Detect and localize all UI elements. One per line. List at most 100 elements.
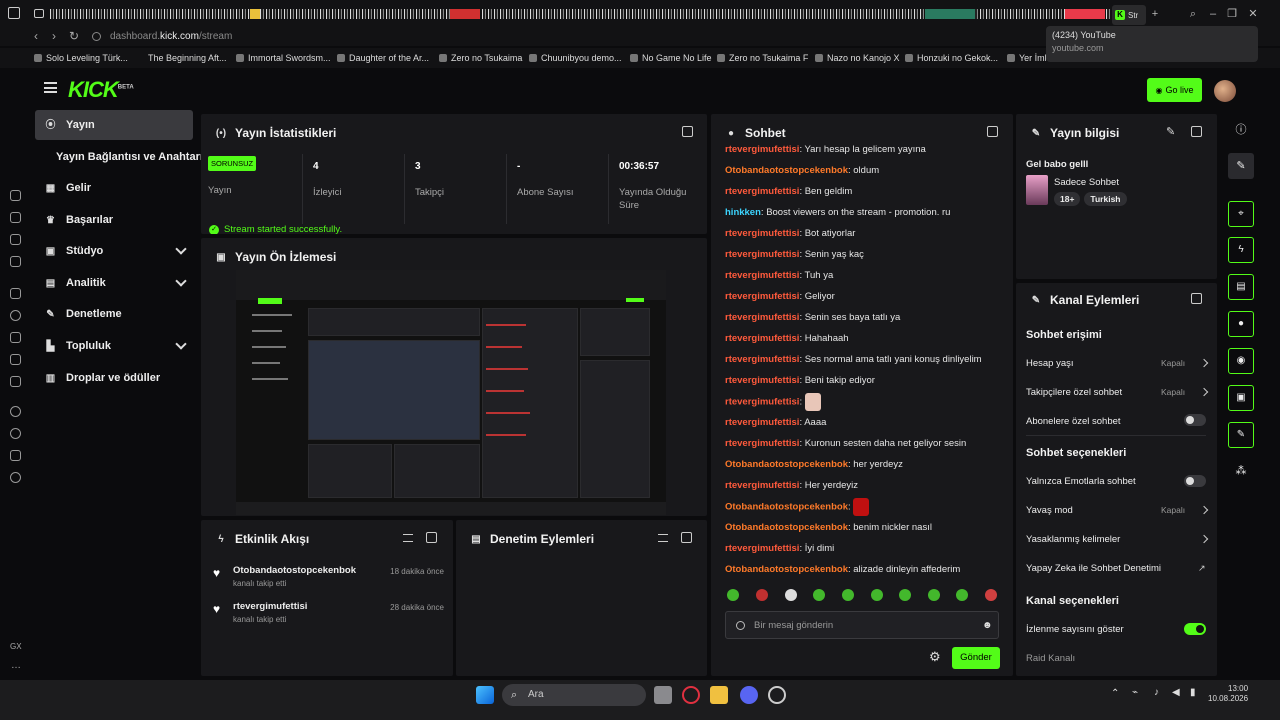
url-field[interactable]: dashboard.kick.com/stream: [110, 31, 232, 42]
raid-row[interactable]: Raid Kanalı: [1026, 653, 1206, 664]
popout-icon[interactable]: [682, 126, 693, 137]
emote-icon[interactable]: [813, 589, 825, 601]
popout-icon[interactable]: [987, 126, 998, 137]
chat-username[interactable]: rtevergimufettisi: [725, 438, 799, 449]
chat-username[interactable]: rtevergimufettisi: [725, 270, 799, 281]
chat-username[interactable]: rtevergimufettisi: [725, 249, 799, 260]
sidebar-item-achievements[interactable]: ♛ Başarılar: [35, 205, 193, 235]
gx-label-icon[interactable]: GX: [10, 642, 22, 651]
chat-username[interactable]: Otobandaotostopcekenbok: [725, 522, 848, 533]
layout-icon[interactable]: ⁂: [1228, 458, 1254, 484]
opera-gx-icon[interactable]: [682, 686, 700, 704]
emote-icon[interactable]: [928, 589, 940, 601]
chat-username[interactable]: rtevergimufettisi: [725, 312, 799, 323]
file-explorer-icon[interactable]: [710, 686, 728, 704]
send-button[interactable]: Gönder: [952, 647, 1000, 669]
chat-username[interactable]: Otobandaotostopcekenbok: [725, 165, 848, 176]
ai-moderation-row[interactable]: Yapay Zeka ile Sohbet Denetimi ↗: [1026, 563, 1206, 574]
bookmark-item[interactable]: Chuunibyou demo...: [529, 53, 622, 63]
lightning-icon[interactable]: ϟ: [1228, 237, 1254, 263]
active-tab[interactable]: K Str: [1112, 5, 1146, 25]
show-viewers-toggle[interactable]: [1184, 623, 1206, 635]
task-view-icon[interactable]: [654, 686, 672, 704]
chat-username[interactable]: rtevergimufettisi: [725, 228, 799, 239]
bookmark-item[interactable]: Zero no Tsukaima: [439, 53, 522, 63]
rail-app-icon[interactable]: [10, 234, 21, 245]
banned-words-row[interactable]: Yasaklanmış kelimeler: [1026, 534, 1209, 545]
emotes-only-toggle[interactable]: [1184, 475, 1206, 487]
close-window-icon[interactable]: ✕: [1246, 8, 1260, 20]
screen-icon[interactable]: ▣: [1228, 385, 1254, 411]
speaker-icon[interactable]: ◀: [1172, 687, 1180, 698]
microphone-icon[interactable]: ♪: [1154, 687, 1159, 698]
taskbar-search[interactable]: ⌕ Ara: [502, 684, 646, 706]
rail-app-icon[interactable]: [10, 212, 21, 223]
search-tabs-icon[interactable]: ⌕: [1186, 8, 1200, 20]
chat-username[interactable]: rtevergimufettisi: [725, 333, 799, 344]
avatar[interactable]: [1214, 80, 1236, 102]
tray-chevron-icon[interactable]: ⌃: [1111, 688, 1119, 699]
bookmark-item[interactable]: Yer İmle: [1007, 53, 1052, 63]
popout-icon[interactable]: [1191, 293, 1202, 304]
document-icon[interactable]: ▤: [1228, 274, 1254, 300]
emote-icon[interactable]: [956, 589, 968, 601]
bookmark-item[interactable]: Solo Leveling Türk...: [34, 53, 128, 63]
rail-app-icon[interactable]: [10, 190, 21, 201]
gear-icon[interactable]: ⚙: [929, 649, 941, 665]
sidebar-item-stream-key[interactable]: Yayın Bağlantısı ve Anahtarı: [35, 142, 203, 172]
chat-username[interactable]: rtevergimufettisi: [725, 186, 799, 197]
bookmark-item[interactable]: No Game No Life: [630, 53, 712, 63]
chat-username[interactable]: rtevergimufettisi: [725, 354, 799, 365]
taskbar-clock[interactable]: 13:00 10.08.2026: [1208, 684, 1248, 704]
discord-icon[interactable]: [740, 686, 758, 704]
tiktok-icon[interactable]: [10, 376, 21, 387]
menu-icon[interactable]: [44, 82, 57, 93]
bookmark-item[interactable]: Zero no Tsukaima F: [717, 53, 808, 63]
tab-strip[interactable]: [50, 9, 1110, 19]
emote-icon[interactable]: [727, 589, 739, 601]
chat-input[interactable]: Bir mesaj gönderin ☻: [725, 611, 999, 639]
emote-icon[interactable]: [785, 589, 797, 601]
chat-username[interactable]: rtevergimufettisi: [725, 375, 799, 386]
chat-username[interactable]: Otobandaotostopcekenbok: [725, 502, 848, 513]
subs-only-toggle[interactable]: [1184, 414, 1206, 426]
popout-icon[interactable]: [681, 532, 692, 543]
whatsapp-icon[interactable]: [10, 310, 21, 321]
settings-icon[interactable]: [10, 472, 21, 483]
popout-icon[interactable]: [1191, 126, 1202, 137]
sidebar-item-analytics[interactable]: ▤ Analitik: [35, 268, 193, 298]
account-age-row[interactable]: Hesap yaşı Kapalı: [1026, 358, 1209, 369]
chat-username[interactable]: rtevergimufettisi: [725, 480, 799, 491]
bookmark-item[interactable]: Nazo no Kanojo X: [815, 53, 900, 63]
emote-icon[interactable]: [871, 589, 883, 601]
kick-logo[interactable]: KICKBETA: [68, 77, 134, 103]
app-icon[interactable]: [768, 686, 786, 704]
instagram-icon[interactable]: [10, 354, 21, 365]
site-info-icon[interactable]: [92, 32, 101, 41]
emote-icon[interactable]: [985, 589, 997, 601]
stats-toggle-icon[interactable]: ⌖: [1228, 201, 1254, 227]
sidebar-item-community[interactable]: ▙ Topluluk: [35, 331, 193, 361]
category-name[interactable]: Sadece Sohbet: [1054, 177, 1119, 188]
more-icon[interactable]: …: [11, 660, 21, 671]
sidebar-item-stream[interactable]: ⦿ Yayın: [35, 110, 193, 140]
player-icon[interactable]: [10, 406, 21, 417]
sidebar-item-moderation[interactable]: ✎ Denetleme: [35, 299, 193, 329]
battery-icon[interactable]: ▮: [1190, 687, 1196, 698]
minimize-icon[interactable]: –: [1206, 8, 1220, 20]
go-live-button[interactable]: ◉ Go live: [1147, 78, 1202, 102]
chat-username[interactable]: rtevergimufettisi: [725, 144, 799, 155]
forward-icon[interactable]: ›: [52, 29, 56, 43]
popout-icon[interactable]: [426, 532, 437, 543]
bookmark-item[interactable]: Immortal Swordsm...: [236, 53, 331, 63]
chat-username[interactable]: rtevergimufettisi: [725, 417, 799, 428]
chat-username[interactable]: rtevergimufettisi: [725, 543, 799, 554]
sidebar-item-revenue[interactable]: ▦ Gelir: [35, 173, 193, 203]
broadcast-icon[interactable]: ◉: [1228, 348, 1254, 374]
bookmark-item[interactable]: Daughter of the Ar...: [337, 53, 429, 63]
chat-option-icon[interactable]: [736, 621, 745, 630]
emote-icon[interactable]: [899, 589, 911, 601]
sidebar-item-studio[interactable]: ▣ Stüdyo: [35, 236, 193, 266]
browser-menu-icon[interactable]: [8, 7, 20, 19]
wrench-icon[interactable]: ✎: [1228, 422, 1254, 448]
